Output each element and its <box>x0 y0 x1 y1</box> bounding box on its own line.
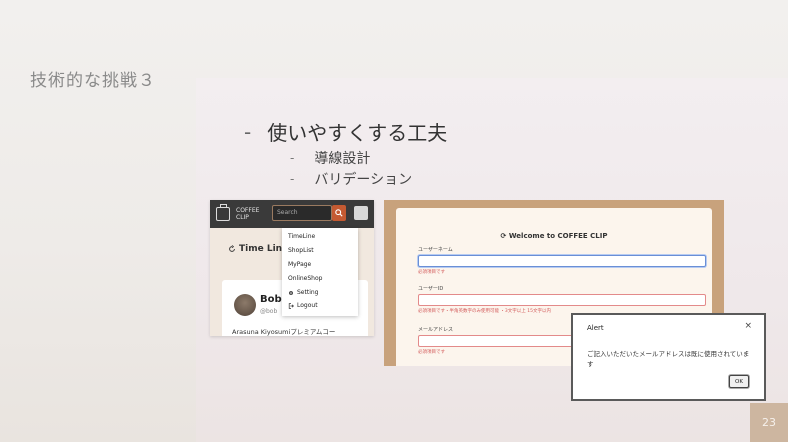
bullet-dash: - <box>290 151 295 165</box>
alert-dialog: Alert × ご記入いただいたメールアドレスは既に使用されています OK <box>571 313 766 401</box>
page-number: 23 <box>750 403 788 442</box>
username-error: 必須項目です <box>418 270 445 275</box>
bullet-dash: - <box>290 172 295 186</box>
ok-button[interactable]: OK <box>729 375 749 388</box>
search-placeholder: Search <box>277 209 298 216</box>
nav-dropdown-menu: TimeLine ShopList MyPage OnlineShop Sett… <box>282 228 358 316</box>
search-input[interactable]: Search <box>272 205 332 221</box>
email-label: メールアドレス <box>418 327 454 333</box>
menu-item-label: Setting <box>297 289 319 296</box>
menu-item-label: MyPage <box>288 261 312 268</box>
sub-bullet-text: バリデーション <box>314 172 413 188</box>
menu-item-timeline[interactable]: TimeLine <box>288 233 315 240</box>
sub-bullet-1: - 導線設計 <box>290 148 370 168</box>
slide-title: 技術的な挑戦３ <box>30 71 156 91</box>
main-bullet: - 使いやすくする工夫 <box>244 117 447 146</box>
menu-item-label: ShopList <box>288 247 314 254</box>
menu-item-logout[interactable]: Logout <box>288 302 318 309</box>
logout-icon <box>288 302 294 309</box>
userid-label: ユーザーID <box>418 286 444 292</box>
search-icon <box>335 209 343 217</box>
userid-field[interactable] <box>418 294 706 306</box>
app-name[interactable]: COFFEE CLIP <box>236 207 274 221</box>
post-author-name[interactable]: Bob <box>260 294 282 305</box>
post-author-handle: @bob <box>260 308 278 315</box>
close-icon[interactable]: × <box>744 321 752 331</box>
form-title: ⟳ Welcome to COFFEE CLIP <box>396 232 712 240</box>
search-button[interactable] <box>332 205 346 221</box>
menu-item-setting[interactable]: Setting <box>288 289 318 296</box>
menu-item-onlineshop[interactable]: OnlineShop <box>288 275 322 282</box>
refresh-icon: ⟳ <box>500 232 509 240</box>
menu-item-label: OnlineShop <box>288 275 323 282</box>
userid-error: 必須項目です・半角英数字のみ使用可能 ・3文字以上 15文字以内 <box>418 309 551 314</box>
timeline-heading: Time Line <box>228 244 288 254</box>
sub-bullet-2: - バリデーション <box>290 169 412 189</box>
bullet-dash: - <box>244 119 252 144</box>
username-field[interactable] <box>418 255 706 267</box>
menu-item-label: TimeLine <box>288 233 316 240</box>
menu-button[interactable] <box>354 206 368 220</box>
alert-title: Alert <box>587 324 604 332</box>
menu-item-label: Logout <box>297 302 318 309</box>
alert-message: ご記入いただいたメールアドレスは既に使用されています <box>587 350 750 368</box>
form-title-text: Welcome to COFFEE CLIP <box>508 232 608 240</box>
post-text: Arasuna Kiyosumiプレミアムコー <box>232 328 336 336</box>
avatar[interactable] <box>234 294 256 316</box>
gear-icon <box>289 290 293 295</box>
main-bullet-text: 使いやすくする工夫 <box>267 121 448 145</box>
coffee-cup-icon[interactable] <box>216 204 230 221</box>
username-label: ユーザーネーム <box>418 247 453 253</box>
timeline-label: Time Line <box>239 244 289 254</box>
app-screenshot: COFFEE CLIP Search Time Line Bob @bob Ar… <box>210 200 374 336</box>
refresh-icon <box>229 245 235 252</box>
menu-item-shoplist[interactable]: ShopList <box>288 247 314 254</box>
menu-item-mypage[interactable]: MyPage <box>288 261 311 268</box>
email-error: 必須項目です <box>418 350 445 355</box>
sub-bullet-text: 導線設計 <box>314 151 371 167</box>
